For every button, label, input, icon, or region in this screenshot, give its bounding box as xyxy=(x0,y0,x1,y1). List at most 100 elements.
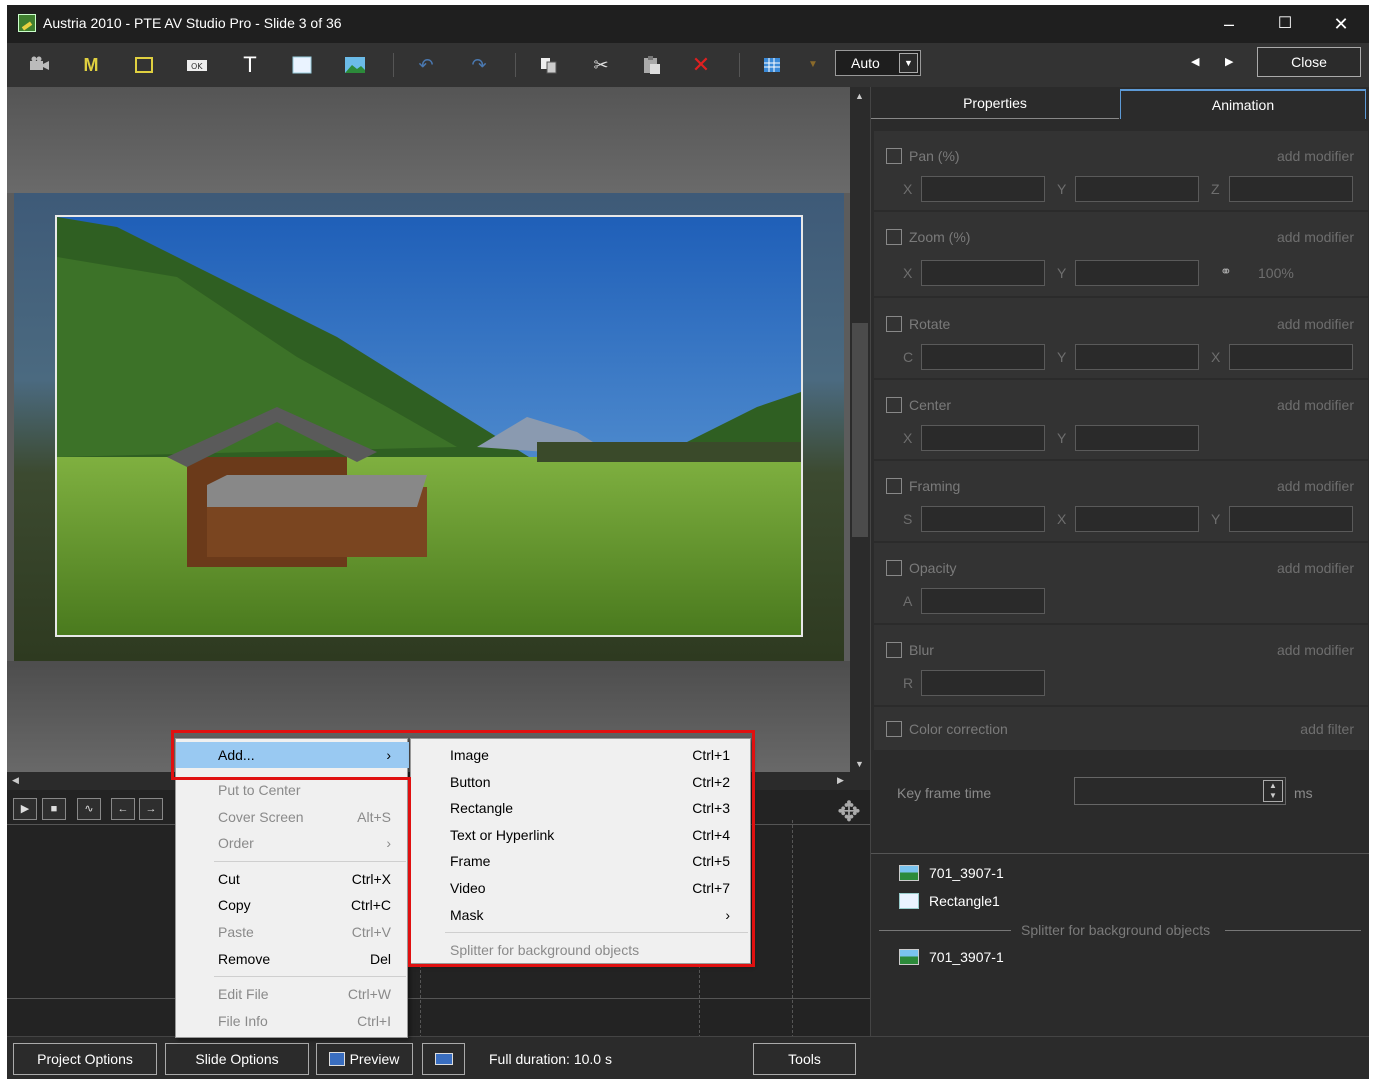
toolbar-separator xyxy=(515,53,516,77)
framing-add-modifier-link[interactable]: add modifier xyxy=(1277,478,1354,494)
stop-icon[interactable]: ■ xyxy=(42,798,66,820)
menu-item-cut[interactable]: Cut Ctrl+X xyxy=(176,866,409,892)
waveform-icon[interactable]: ∿ xyxy=(77,798,101,820)
canvas-vertical-scrollbar[interactable]: ▲ ▼ xyxy=(850,87,870,777)
rotate-c-field[interactable] xyxy=(921,344,1045,370)
center-y-field[interactable] xyxy=(1075,425,1199,451)
spinner-icon[interactable]: ▲ ▼ xyxy=(1263,780,1283,802)
blur-r-field[interactable] xyxy=(921,670,1045,696)
maximize-button[interactable]: ☐ xyxy=(1263,11,1307,37)
blur-checkbox[interactable] xyxy=(886,642,902,658)
grid-icon[interactable] xyxy=(760,53,784,77)
rotate-add-modifier-link[interactable]: add modifier xyxy=(1277,316,1354,332)
project-options-button[interactable]: Project Options xyxy=(13,1043,157,1075)
rectangle-icon[interactable] xyxy=(290,53,314,77)
paste-icon[interactable] xyxy=(639,53,663,77)
zoom-y-field[interactable] xyxy=(1075,260,1199,286)
slide-options-button[interactable]: Slide Options xyxy=(165,1043,309,1075)
delete-icon[interactable]: ✕ xyxy=(689,53,713,77)
copy-format-icon[interactable] xyxy=(537,53,561,77)
arrow-left-icon[interactable]: ← xyxy=(111,798,135,820)
preview-button[interactable]: Preview xyxy=(316,1043,413,1075)
framing-x-field[interactable] xyxy=(1075,506,1199,532)
center-x-field[interactable] xyxy=(921,425,1045,451)
frame-icon[interactable] xyxy=(132,53,156,77)
grid-dropdown-icon[interactable]: ▼ xyxy=(801,53,825,77)
link-icon[interactable]: ⚭ xyxy=(1220,263,1232,280)
menu-item-cover-screen[interactable]: Cover Screen Alt+S xyxy=(176,804,409,830)
menu-item-edit-file[interactable]: Edit File Ctrl+W xyxy=(176,981,409,1007)
camera-icon[interactable] xyxy=(27,53,51,77)
color-correction-section: Color correction add filter xyxy=(874,707,1368,751)
menu-item-copy[interactable]: Copy Ctrl+C xyxy=(176,892,409,918)
fullscreen-preview-button[interactable] xyxy=(422,1043,465,1075)
bottom-bar: Project Options Slide Options Preview Fu… xyxy=(7,1036,1369,1079)
zoom-checkbox[interactable] xyxy=(886,229,902,245)
ok-button-icon[interactable]: OK xyxy=(185,53,209,77)
tools-button[interactable]: Tools xyxy=(753,1043,856,1075)
center-checkbox[interactable] xyxy=(886,397,902,413)
scroll-down-icon[interactable]: ▼ xyxy=(855,759,864,769)
menu-item-order[interactable]: Order › xyxy=(176,830,409,856)
opacity-add-modifier-link[interactable]: add modifier xyxy=(1277,560,1354,576)
menu-item-label: Cover Screen xyxy=(218,809,304,825)
m-icon[interactable]: M xyxy=(79,53,103,77)
blur-add-modifier-link[interactable]: add modifier xyxy=(1277,642,1354,658)
pan-y-field[interactable] xyxy=(1075,176,1199,202)
pan-add-modifier-link[interactable]: add modifier xyxy=(1277,148,1354,164)
pan-x-field[interactable] xyxy=(921,176,1045,202)
chevron-down-icon[interactable]: ▼ xyxy=(899,53,918,73)
image-icon xyxy=(899,949,919,965)
key-frame-time-input[interactable]: ▲ ▼ xyxy=(1074,777,1286,805)
arrow-right-icon[interactable]: → xyxy=(139,798,163,820)
rotate-x-field[interactable] xyxy=(1229,344,1353,370)
add-filter-link[interactable]: add filter xyxy=(1300,721,1354,737)
zoom-x-field[interactable] xyxy=(921,260,1045,286)
play-icon[interactable]: ▶ xyxy=(13,798,37,820)
color-correction-checkbox[interactable] xyxy=(886,721,902,737)
zoom-select[interactable]: Auto ▼ xyxy=(835,50,921,76)
scroll-right-icon[interactable]: ▶ xyxy=(837,775,844,786)
pan-z-field[interactable] xyxy=(1229,176,1353,202)
image-icon[interactable] xyxy=(343,53,367,77)
rotate-y-field[interactable] xyxy=(1075,344,1199,370)
framing-s-field[interactable] xyxy=(921,506,1045,532)
rotate-checkbox[interactable] xyxy=(886,316,902,332)
scroll-up-icon[interactable]: ▲ xyxy=(855,91,864,101)
field-label: Y xyxy=(1057,349,1067,365)
opacity-checkbox[interactable] xyxy=(886,560,902,576)
scroll-left-icon[interactable]: ◀ xyxy=(12,775,19,786)
minimize-button[interactable]: – xyxy=(1207,11,1251,37)
selected-image-object[interactable] xyxy=(55,215,803,637)
field-label: Z xyxy=(1211,181,1220,197)
next-slide-icon[interactable]: ▶ xyxy=(1225,55,1233,68)
menu-item-paste[interactable]: Paste Ctrl+V xyxy=(176,919,409,945)
undo-icon[interactable]: ↶ xyxy=(414,53,438,77)
slide-canvas[interactable] xyxy=(7,87,850,777)
tab-animation[interactable]: Animation xyxy=(1120,89,1366,119)
scrollbar-thumb[interactable] xyxy=(852,323,868,537)
zoom-add-modifier-link[interactable]: add modifier xyxy=(1277,229,1354,245)
menu-item-put-to-center[interactable]: Put to Center xyxy=(176,777,409,803)
framing-checkbox[interactable] xyxy=(886,478,902,494)
menu-item-file-info[interactable]: File Info Ctrl+I xyxy=(176,1008,409,1034)
highlight-box-left xyxy=(171,730,175,780)
menu-item-remove[interactable]: Remove Del xyxy=(176,946,409,972)
opacity-label: Opacity xyxy=(909,560,957,576)
move-icon[interactable]: ✥ xyxy=(833,796,865,828)
center-add-modifier-link[interactable]: add modifier xyxy=(1277,397,1354,413)
framing-y-field[interactable] xyxy=(1229,506,1353,532)
zoom-section: Zoom (%) add modifier X Y ⚭ 100% xyxy=(874,212,1368,297)
redo-icon[interactable]: ↷ xyxy=(467,53,491,77)
tab-properties[interactable]: Properties xyxy=(871,89,1119,119)
menu-separator xyxy=(214,861,406,862)
close-button[interactable]: Close xyxy=(1257,47,1361,77)
pan-checkbox[interactable] xyxy=(886,148,902,164)
prev-slide-icon[interactable]: ◀ xyxy=(1191,55,1199,68)
splitter-line xyxy=(879,930,1011,931)
opacity-a-field[interactable] xyxy=(921,588,1045,614)
blur-label: Blur xyxy=(909,642,934,658)
text-icon[interactable]: T xyxy=(238,53,262,77)
cut-icon[interactable]: ✂ xyxy=(589,53,613,77)
window-close-button[interactable]: ✕ xyxy=(1319,11,1363,37)
